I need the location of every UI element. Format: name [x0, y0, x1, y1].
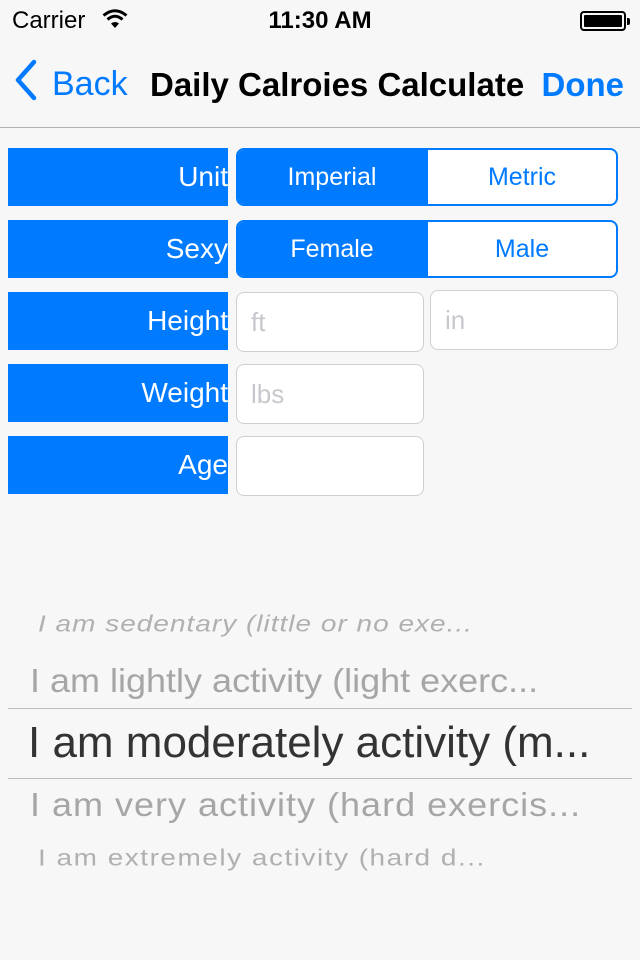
battery-icon: [580, 11, 630, 31]
back-label: Back: [52, 64, 128, 103]
weight-input[interactable]: [236, 364, 424, 424]
picker-selection-bottom-divider: [8, 778, 632, 779]
age-label: Age: [8, 436, 228, 494]
sex-female-segment[interactable]: Female: [238, 222, 426, 276]
unit-imperial-segment[interactable]: Imperial: [238, 150, 426, 204]
back-button[interactable]: Back: [14, 59, 128, 106]
height-ft-input[interactable]: [236, 292, 424, 352]
sex-label: Sexy: [8, 220, 228, 278]
weight-label: Weight: [8, 364, 228, 422]
status-bar: Carrier 11:30 AM: [0, 0, 640, 40]
page-title: Daily Calroies Calculate: [150, 66, 525, 103]
activity-picker[interactable]: I am sedentary (little or no exe... I am…: [0, 596, 640, 896]
chevron-left-icon: [14, 59, 52, 110]
unit-metric-segment[interactable]: Metric: [426, 150, 616, 204]
picker-selection-top-divider: [8, 708, 632, 709]
navigation-bar: Back Daily Calroies Calculate Done: [0, 40, 640, 128]
sex-male-segment[interactable]: Male: [426, 222, 616, 276]
picker-option[interactable]: I am sedentary (little or no exe...: [38, 611, 618, 637]
done-button[interactable]: Done: [542, 66, 625, 104]
height-label: Height: [8, 292, 228, 350]
unit-label: Unit: [8, 148, 228, 206]
unit-segmented-control[interactable]: Imperial Metric: [236, 148, 618, 206]
status-time: 11:30 AM: [268, 7, 372, 34]
picker-option[interactable]: I am extremely activity (hard d...: [38, 845, 618, 871]
height-in-input[interactable]: [430, 290, 618, 350]
picker-option[interactable]: I am very activity (hard exercis...: [30, 786, 626, 825]
picker-option-selected[interactable]: I am moderately activity (m...: [28, 718, 628, 768]
picker-option[interactable]: I am lightly activity (light exerc...: [30, 662, 626, 701]
sex-segmented-control[interactable]: Female Male: [236, 220, 618, 278]
age-input[interactable]: [236, 436, 424, 496]
